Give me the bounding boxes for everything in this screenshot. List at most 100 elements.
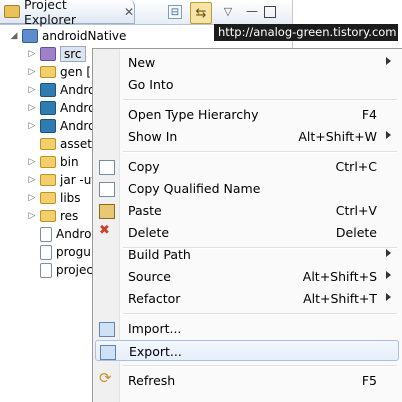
link-with-editor-icon[interactable]: ⇆ (190, 2, 212, 24)
paste-icon (99, 204, 115, 219)
tree-item-project-properties[interactable]: projec (26, 261, 93, 279)
file-icon (40, 244, 52, 260)
view-title-bar: Project Explorer ✕ ⊟ ⇆ ▽ — (0, 0, 292, 27)
submenu-arrow-icon (386, 249, 391, 257)
tree-item-project[interactable]: ◢ androidNative (8, 27, 126, 45)
export-icon (100, 345, 116, 360)
tree-item-label: Andro (56, 227, 92, 241)
collapse-arrow-icon[interactable]: ▷ (26, 103, 38, 113)
view-menu-icon[interactable]: ▽ (220, 3, 236, 19)
tree-item-assets[interactable]: assets (26, 135, 98, 153)
menu-item-label: Delete (128, 225, 170, 240)
menu-item-show-in[interactable]: Show In Alt+Shift+W (95, 126, 399, 147)
tree-item-jar[interactable]: ▷ jar -ut (26, 171, 97, 189)
tree-item-res[interactable]: ▷ res (26, 207, 79, 225)
menu-item-label: Show In (128, 129, 178, 144)
tree-item-label: Andro (60, 101, 96, 115)
tree-item-android-library[interactable]: ▷ Andro (26, 81, 95, 99)
tree-item-android-library[interactable]: ▷ Andro (26, 117, 95, 135)
project-name: androidNative (42, 29, 127, 43)
expand-arrow-icon[interactable]: ◢ (8, 31, 20, 41)
menu-item-build-path[interactable]: Build Path (95, 244, 399, 265)
tree-item-label: src (60, 46, 86, 62)
tree-item-label: Andro (60, 119, 96, 133)
menu-item-refresh[interactable]: Refresh F5 (95, 369, 399, 391)
minimize-icon[interactable]: — (244, 3, 260, 19)
gen-folder-icon (40, 66, 56, 78)
collapse-arrow-icon[interactable]: ▷ (26, 49, 38, 59)
menu-item-shortcut: F5 (361, 373, 377, 388)
context-menu: New Go Into Open Type Hierarchy F4 Show … (92, 48, 402, 402)
menu-item-paste[interactable]: Paste Ctrl+V (95, 200, 399, 221)
tree-item-label: Andro (60, 83, 96, 97)
tree-item-libs[interactable]: ▷ libs (26, 189, 81, 207)
tree-item-label: gen [ (60, 65, 92, 79)
submenu-arrow-icon (386, 271, 391, 279)
menu-item-label: Copy (128, 159, 160, 174)
refresh-icon (99, 369, 113, 387)
menu-item-label: Paste (128, 203, 162, 218)
tree-item-android-library[interactable]: ▷ Andro (26, 99, 95, 117)
delete-icon (99, 223, 113, 239)
collapse-arrow-icon[interactable]: ▷ (26, 85, 38, 95)
tree-item-proguard[interactable]: progu (26, 243, 91, 261)
tree-item-manifest[interactable]: Andro (26, 225, 91, 243)
menu-item-go-into[interactable]: Go Into (95, 74, 399, 95)
menu-separator (123, 313, 397, 315)
tree-item-gen[interactable]: ▷ gen [ (26, 63, 92, 81)
menu-item-source[interactable]: Source Alt+Shift+S (95, 266, 399, 287)
menu-item-shortcut: Ctrl+C (335, 159, 377, 174)
file-icon (40, 262, 52, 278)
menu-item-shortcut: Alt+Shift+W (298, 129, 377, 144)
view-title: Project Explorer (24, 0, 77, 27)
menu-item-label: Open Type Hierarchy (128, 107, 259, 122)
menu-item-shortcut: Alt+Shift+T (303, 291, 377, 306)
tree-item-label: projec (56, 263, 93, 277)
project-explorer-tab[interactable]: Project Explorer ✕ (0, 0, 135, 27)
menu-item-open-type-hierarchy[interactable]: Open Type Hierarchy F4 (95, 104, 399, 125)
menu-item-refactor[interactable]: Refactor Alt+Shift+T (95, 288, 399, 309)
import-icon (99, 322, 115, 337)
android-project-icon (22, 29, 38, 43)
menu-item-label: Source (128, 269, 171, 284)
menu-item-label: Copy Qualified Name (128, 181, 261, 196)
menu-item-import[interactable]: Import... (95, 318, 399, 339)
menu-item-copy-qualified-name[interactable]: Copy Qualified Name (95, 178, 399, 199)
folder-icon (40, 210, 56, 222)
menu-item-export[interactable]: Export... (95, 340, 399, 361)
close-icon[interactable]: ✕ (124, 5, 134, 19)
menu-item-label: Build Path (128, 247, 191, 262)
menu-item-label: Go Into (128, 77, 174, 92)
maximize-icon[interactable] (264, 6, 276, 18)
tree-item-src[interactable]: ▷ src (26, 45, 86, 63)
tree-item-label: res (60, 209, 79, 223)
android-library-icon (40, 101, 56, 115)
tree-item-bin[interactable]: ▷ bin (26, 153, 79, 171)
menu-item-label: Refactor (128, 291, 181, 306)
manifest-file-icon (40, 226, 52, 242)
collapse-arrow-icon[interactable]: ▷ (26, 67, 38, 77)
menu-item-shortcut: Delete (335, 225, 377, 240)
menu-item-shortcut: F4 (361, 107, 377, 122)
menu-item-label: Import... (128, 321, 182, 336)
collapse-arrow-icon[interactable]: ▷ (26, 193, 38, 203)
android-library-icon (40, 83, 56, 97)
submenu-arrow-icon (386, 131, 391, 139)
copy-qualified-name-icon (99, 182, 115, 197)
menu-separator (123, 99, 397, 101)
menu-item-copy[interactable]: Copy Ctrl+C (95, 156, 399, 177)
menu-item-label: Export... (129, 344, 182, 359)
collapse-arrow-icon[interactable]: ▷ (26, 121, 38, 131)
collapse-arrow-icon[interactable]: ▷ (26, 157, 38, 167)
folder-icon (40, 192, 56, 204)
menu-item-new[interactable]: New (95, 52, 399, 73)
project-explorer-icon (4, 5, 20, 18)
folder-icon (40, 174, 56, 186)
menu-separator (123, 365, 397, 367)
collapse-all-icon[interactable]: ⊟ (168, 5, 182, 19)
menu-item-delete[interactable]: Delete Delete (95, 222, 399, 243)
submenu-arrow-icon (386, 293, 391, 301)
collapse-arrow-icon[interactable]: ▷ (26, 175, 38, 185)
folder-icon (40, 156, 56, 168)
collapse-arrow-icon[interactable]: ▷ (26, 211, 38, 221)
